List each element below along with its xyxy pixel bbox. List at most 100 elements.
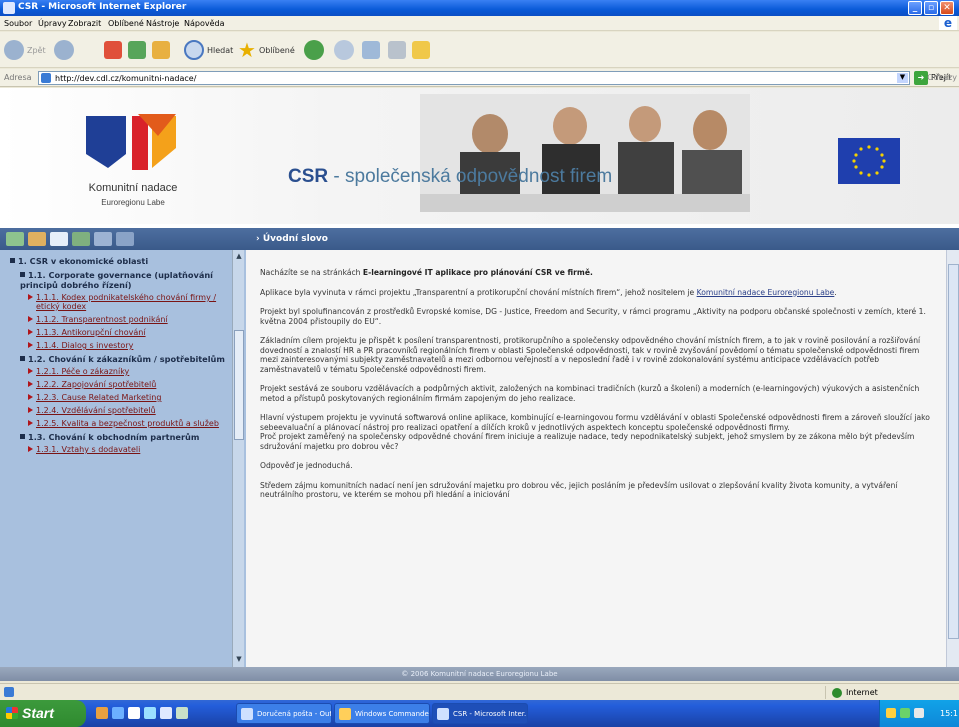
print-button[interactable] (388, 38, 406, 62)
nav-link-1-1-3[interactable]: 1.1.3. Antikorupční chování (28, 328, 228, 337)
content-body: Nacházíte se na stránkách E-learningové … (246, 250, 946, 667)
maximize-button[interactable]: ▫ (924, 1, 938, 15)
content-header: › Úvodní slovo (246, 228, 959, 250)
nav-link-1-2-4[interactable]: 1.2.4. Vzdělávání spotřebitelů (28, 406, 228, 415)
paragraph-4: Základním cílem projektu je přispět k po… (260, 336, 921, 374)
ie-window-icon (3, 2, 15, 14)
task-commander[interactable]: Windows Commander... (334, 703, 430, 724)
org-subtitle: Euroregionu Labe (101, 198, 165, 207)
status-bar: Internet (0, 683, 959, 700)
intro-paragraph: Nacházíte se na stránkách E-learningové … (260, 268, 593, 277)
nav-link-1-1-1[interactable]: 1.1.1. Kodex podnikatelského chování fir… (28, 293, 228, 311)
nav-scroll-thumb[interactable] (234, 330, 244, 440)
quicklaunch-icon-5[interactable] (160, 707, 172, 719)
start-button[interactable]: Start (0, 700, 86, 727)
nav-link-1-2-5[interactable]: 1.2.5. Kvalita a bezpečnost produktů a s… (28, 419, 228, 428)
org-name: Komunitní nadace (88, 182, 178, 194)
tray-icon-2[interactable] (900, 708, 910, 718)
system-tray: 15:1 (879, 700, 959, 727)
nav-help-icon[interactable] (116, 232, 134, 246)
nav-home-icon[interactable] (6, 232, 24, 246)
foundation-logo-icon (86, 114, 176, 170)
address-dropdown-icon[interactable]: ▼ (897, 73, 908, 83)
paragraph-3: Projekt byl spolufinancován z prostředků… (260, 307, 926, 326)
nav-subsection-1-1[interactable]: 1.1. Corporate governance (uplatňování p… (20, 270, 228, 290)
site-banner: Komunitní nadace Euroregionu Labe CSR - … (0, 88, 959, 224)
refresh-button[interactable] (128, 38, 146, 62)
business-people-photo (420, 94, 750, 212)
forward-button[interactable] (54, 38, 74, 62)
page-icon (41, 73, 51, 83)
tray-icon-3[interactable] (914, 708, 924, 718)
address-input[interactable]: http://dev.cdl.cz/komunitni-nadace/ ▼ (38, 71, 910, 85)
eu-flag-icon (838, 138, 900, 184)
go-arrow-icon[interactable]: ➜ (914, 71, 928, 85)
nav-link-1-2-1[interactable]: 1.2.1. Péče o zákazníky (28, 367, 228, 376)
nav-link-1-3-1[interactable]: 1.3.1. Vztahy s dodavateli (28, 445, 228, 454)
tray-icon-1[interactable] (886, 708, 896, 718)
nav-link-1-2-2[interactable]: 1.2.2. Zapojování spotřebitelů (28, 380, 228, 389)
history-icon (334, 40, 354, 60)
nav-print-icon[interactable] (94, 232, 112, 246)
nav-document-icon[interactable] (50, 232, 68, 246)
commander-icon (339, 708, 351, 720)
page-footer: © 2006 Komunitní nadace Euroregionu Labe (0, 667, 959, 681)
address-url: http://dev.cdl.cz/komunitni-nadace/ (55, 74, 197, 83)
star-icon: ★ (238, 38, 256, 62)
quicklaunch-icon-4[interactable] (144, 707, 156, 719)
quicklaunch-icon-2[interactable] (112, 707, 124, 719)
clock[interactable]: 15:1 (940, 709, 958, 718)
quicklaunch-icon-6[interactable] (176, 707, 188, 719)
nav-subsection-1-2[interactable]: 1.2. Chování k zákazníkům / spotřebitelů… (20, 354, 228, 364)
scroll-down-icon[interactable]: ▼ (234, 655, 244, 665)
foundation-link[interactable]: Komunitní nadace Euroregionu Labe (697, 288, 835, 297)
standard-toolbar: Zpět Hledat ★ Oblíbené (0, 32, 959, 68)
home-button[interactable] (152, 38, 170, 62)
links-button[interactable]: Odkazy (927, 73, 957, 82)
address-bar: Adresa http://dev.cdl.cz/komunitni-nadac… (0, 69, 959, 87)
windows-logo-icon: e (939, 16, 957, 30)
nav-edit-icon[interactable] (72, 232, 90, 246)
quicklaunch-icon-3[interactable] (128, 707, 140, 719)
content-scrollbar[interactable] (946, 250, 959, 667)
square-bullet-icon (20, 272, 25, 277)
menu-edit[interactable]: Úpravy (38, 19, 67, 28)
paragraph-6: Hlavní výstupem projektu je vyvinutá sof… (260, 413, 930, 432)
minimize-button[interactable]: _ (908, 1, 922, 15)
task-ie-csr[interactable]: CSR - Microsoft Inter... (432, 703, 528, 724)
menu-view[interactable]: Zobrazit (68, 19, 101, 28)
task-outlook[interactable]: Doručená pošta - Out... (236, 703, 332, 724)
nav-section-1[interactable]: 1. CSR v ekonomické oblasti (10, 256, 228, 266)
nav-toolbar (0, 228, 246, 250)
content-scroll-thumb[interactable] (948, 264, 959, 639)
favorites-button[interactable]: ★ Oblíbené (238, 38, 295, 62)
square-bullet-icon (10, 258, 15, 263)
search-icon (184, 40, 204, 60)
globe-icon (832, 688, 842, 698)
home-icon (152, 41, 170, 59)
nav-scrollbar[interactable]: ▲ ▼ (232, 250, 244, 667)
outlook-icon (241, 708, 253, 720)
media-button[interactable] (304, 38, 324, 62)
site-headline: CSR - společenská odpovědnost firem (288, 166, 613, 187)
menu-help[interactable]: Nápověda (184, 19, 225, 28)
paragraph-8: Středem zájmu komunitních nadací není je… (260, 480, 898, 500)
folder-button[interactable] (412, 38, 430, 62)
nav-user-icon[interactable] (28, 232, 46, 246)
menu-favorites[interactable]: Oblíbené (108, 19, 144, 28)
quicklaunch-icon-1[interactable] (96, 707, 108, 719)
nav-subsection-1-3[interactable]: 1.3. Chování k obchodním partnerům (20, 432, 228, 442)
menu-file[interactable]: Soubor (4, 19, 32, 28)
menu-tools[interactable]: Nástroje (146, 19, 179, 28)
stop-button[interactable] (104, 38, 122, 62)
close-button[interactable]: ✕ (940, 1, 954, 15)
history-button[interactable] (334, 38, 354, 62)
mail-button[interactable] (362, 38, 380, 62)
web-page: Komunitní nadace Euroregionu Labe CSR - … (0, 88, 959, 681)
nav-link-1-1-2[interactable]: 1.1.2. Transparentnost podnikání (28, 315, 228, 324)
scroll-up-icon[interactable]: ▲ (234, 252, 244, 262)
nav-link-1-2-3[interactable]: 1.2.3. Cause Related Marketing (28, 393, 228, 402)
back-button[interactable]: Zpět (4, 38, 46, 62)
nav-link-1-1-4[interactable]: 1.1.4. Dialog s investory (28, 341, 228, 350)
search-button[interactable]: Hledat (184, 38, 233, 62)
